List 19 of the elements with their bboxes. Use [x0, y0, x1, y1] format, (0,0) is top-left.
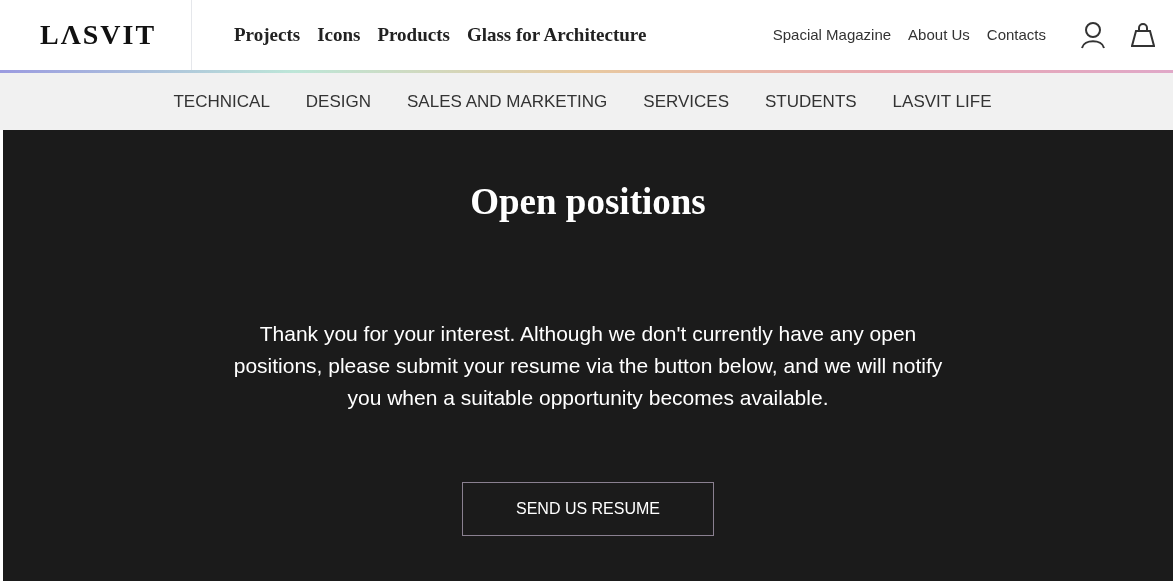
shopping-bag-icon[interactable] — [1131, 22, 1155, 48]
category-link[interactable]: SALES AND MARKETING — [407, 88, 608, 115]
main-nav-link[interactable]: Glass for Architecture — [466, 20, 647, 50]
category-link[interactable]: DESIGN — [305, 88, 372, 115]
category-link[interactable]: LASVIT LIFE — [892, 88, 992, 115]
logo[interactable]: LΛSVIT — [40, 14, 157, 56]
secondary-nav-link[interactable]: About Us — [908, 23, 970, 47]
category-link[interactable]: SERVICES — [643, 88, 729, 115]
main-nav-link[interactable]: Icons — [317, 20, 361, 50]
send-resume-button[interactable]: SEND US RESUME — [462, 481, 714, 536]
category-link[interactable]: TECHNICAL — [173, 88, 270, 115]
page-title: Open positions — [470, 180, 706, 224]
user-icon[interactable] — [1080, 21, 1106, 49]
main-nav-link[interactable]: Products — [377, 20, 450, 50]
main-nav-link[interactable]: Projects — [234, 20, 301, 50]
secondary-nav-link[interactable]: Spacial Magazine — [772, 23, 892, 47]
message-paragraph: Thank you for your interest. Although we don't currently have any open positions, please submit your resume via the button below, and we will notify you when a suitable opportunity becomes available. — [232, 320, 944, 411]
secondary-nav-link[interactable]: Contacts — [986, 23, 1046, 47]
category-link[interactable]: STUDENTS — [765, 88, 857, 115]
